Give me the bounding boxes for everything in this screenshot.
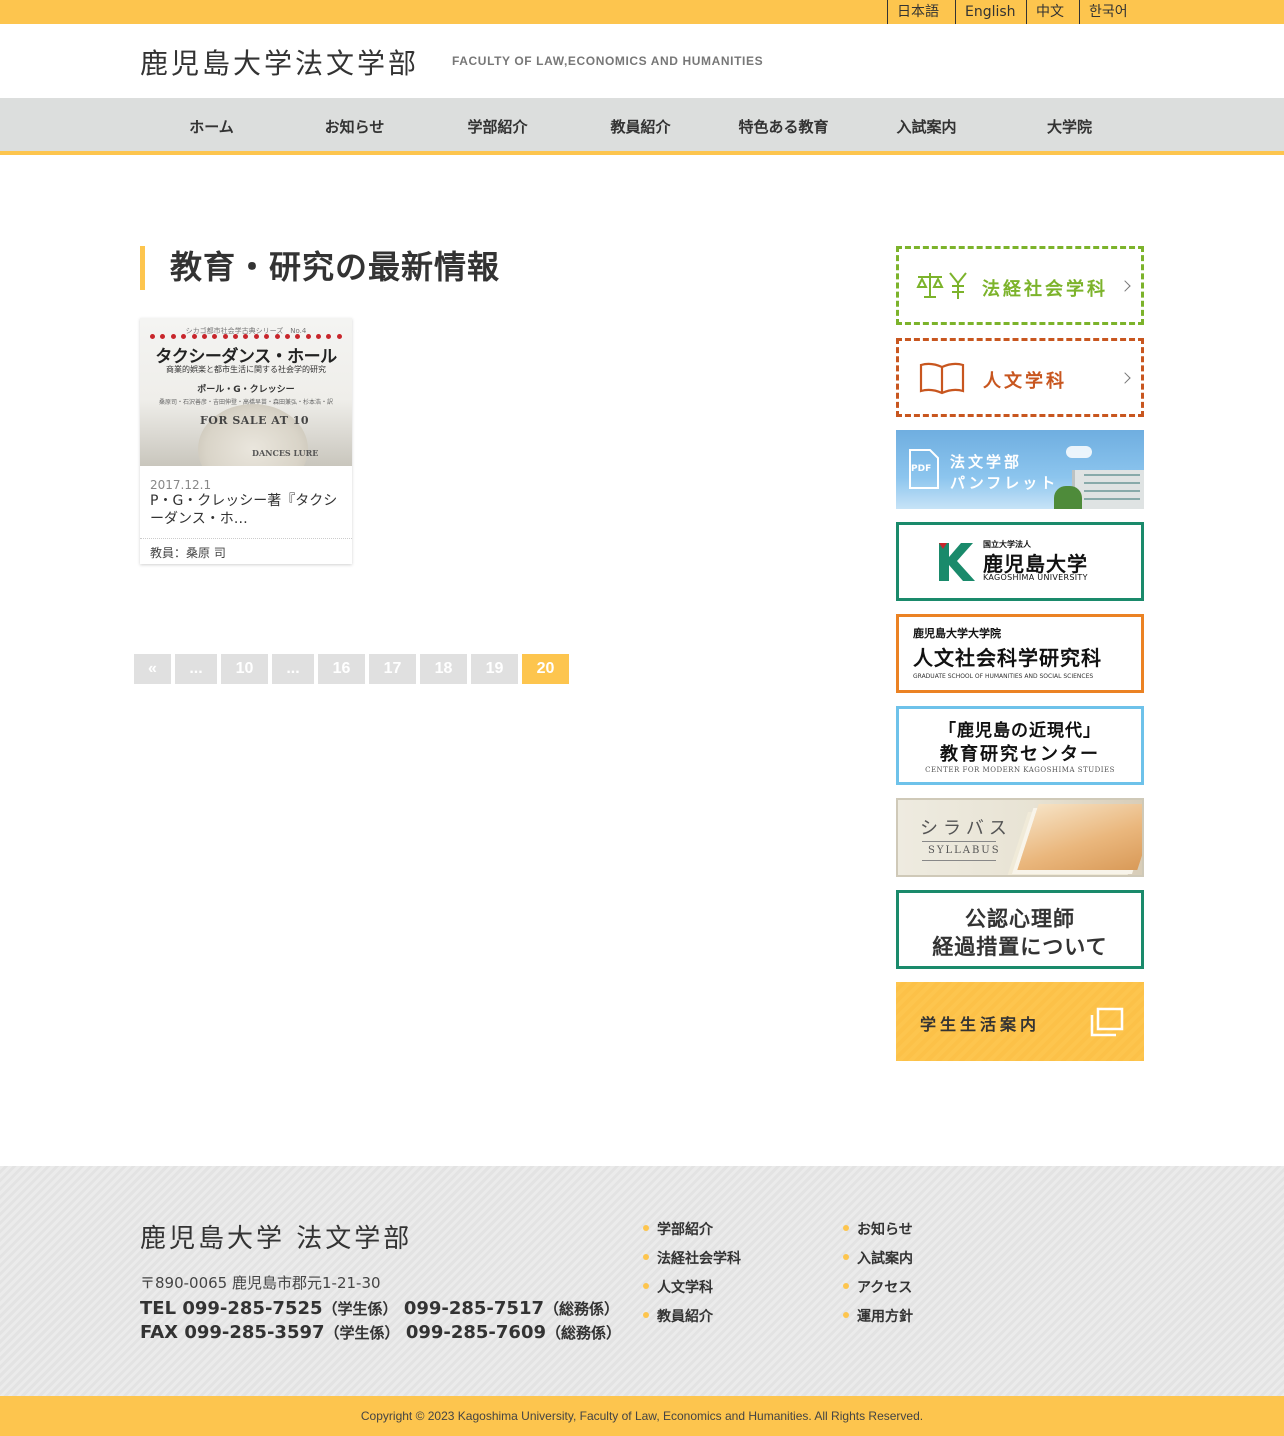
pdf-label: PDF [911, 464, 932, 474]
nav-special-education[interactable]: 特色ある教育 [712, 98, 855, 155]
banner-hokei-department[interactable]: 法経社会学科 [896, 246, 1144, 325]
lang-japanese-link[interactable]: 日本語 [887, 0, 939, 24]
banner-syllabus[interactable]: シラバス SYLLABUS [896, 798, 1144, 877]
univ-english: KAGOSHIMA UNIVERSITY [983, 573, 1088, 582]
grad-name: 人文社会科学研究科 [913, 646, 1102, 670]
lang-korean-link[interactable]: 한국어 [1079, 0, 1128, 24]
tel-label: TEL [140, 1298, 177, 1319]
footer-link-teachers[interactable]: 教員紹介 [643, 1306, 713, 1326]
article-date: 2017.12.1 [150, 478, 212, 492]
newspaper-subheadline: DANCES LURE [252, 448, 319, 458]
center-line1: 「鹿児島の近現代」 [939, 721, 1101, 741]
tel-student: 099-285-7525 [182, 1298, 323, 1319]
footer-link-hokei[interactable]: 法経社会学科 [643, 1248, 741, 1268]
page-link-16[interactable]: 16 [318, 654, 365, 684]
footer-link-faculty-intro[interactable]: 学部紹介 [643, 1219, 713, 1239]
cloud-graphic [1066, 446, 1092, 458]
page-prev-button[interactable]: « [134, 654, 171, 684]
copyright-text: Copyright © 2023 Kagoshima University, F… [360, 1409, 924, 1423]
nav-news[interactable]: お知らせ [283, 98, 426, 155]
chevron-right-icon [1119, 371, 1131, 384]
tel-general-note: （総務係） [544, 1300, 620, 1318]
banner-hokei-label: 法経社会学科 [982, 279, 1108, 300]
lang-english-link[interactable]: English [955, 0, 1016, 24]
nav-home[interactable]: ホーム [140, 98, 283, 155]
page-title-block: 教育・研究の最新情報 [140, 246, 500, 290]
chevron-right-icon [1119, 279, 1131, 292]
page-link-18[interactable]: 18 [420, 654, 467, 684]
banner-graduate-school[interactable]: 鹿児島大学大学院 人文社会科学研究科 GRADUATE SCHOOL OF HU… [896, 614, 1144, 693]
tel-general: 099-285-7517 [403, 1298, 544, 1319]
pamphlet-line2: パンフレット [950, 474, 1059, 492]
footer-address: 〒890-0065 鹿児島市郡元1-21-30 [140, 1274, 381, 1292]
book-dots [150, 334, 342, 340]
footer-link-policy[interactable]: 運用方針 [843, 1306, 913, 1326]
scales-yen-icon [916, 272, 967, 299]
banner-kagoshima-university[interactable]: 国立大学法人 鹿児島大学 KAGOSHIMA UNIVERSITY [896, 522, 1144, 601]
page-link-17[interactable]: 17 [369, 654, 416, 684]
site-logo-english: FACULTY OF LAW,ECONOMICS AND HUMANITIES [452, 54, 764, 68]
footer-fax: FAX 099-285-3597（学生係） 099-285-7609（総務係） [140, 1322, 621, 1343]
article-title-link[interactable]: P・G・クレッシー著『タクシーダンス・ホ… [150, 492, 344, 528]
syllabus-en: SYLLABUS [928, 845, 1001, 856]
kagoshima-university-logo-icon [939, 543, 975, 581]
language-bar: 日本語 English 中文 한국어 [0, 0, 1284, 24]
banner-modern-kagoshima-center[interactable]: 「鹿児島の近現代」 教育研究センター CENTER FOR MODERN KAG… [896, 706, 1144, 785]
banner-jinbun-department[interactable]: 人文学科 [896, 338, 1144, 417]
newspaper-headline: FOR SALE AT 10 [200, 414, 310, 427]
pamphlet-line1: 法文学部 [950, 453, 1023, 471]
fax-general: 099-285-7609 [405, 1322, 546, 1343]
footer-link-access[interactable]: アクセス [843, 1277, 912, 1297]
banner-certified-psychologist[interactable]: 公認心理師 経過措置について [896, 890, 1144, 969]
nav-graduate-school[interactable]: 大学院 [998, 98, 1141, 155]
page-ellipsis: ... [175, 654, 217, 684]
student-life-label: 学生生活案内 [920, 1015, 1041, 1034]
banner-student-life[interactable]: 学生生活案内 [896, 982, 1144, 1061]
page-current: 20 [522, 654, 569, 684]
banner-jinbun-label: 人文学科 [983, 371, 1067, 392]
open-book-icon [919, 362, 965, 395]
card-divider [140, 538, 352, 539]
psych-line1: 公認心理師 [965, 906, 1075, 931]
fax-general-note: （総務係） [546, 1324, 622, 1342]
nav-admissions[interactable]: 入試案内 [855, 98, 998, 155]
external-window-icon [1090, 1007, 1124, 1037]
copyright-bar: Copyright © 2023 Kagoshima University, F… [0, 1396, 1284, 1436]
book-author: ポール・G・クレッシー [197, 385, 295, 395]
nav-faculty-intro[interactable]: 学部紹介 [426, 98, 569, 155]
site-logo[interactable]: 鹿児島大学法文学部 [140, 42, 419, 82]
psych-line2: 経過措置について [932, 934, 1108, 959]
books-graphic [1017, 804, 1142, 870]
tree-graphic [1054, 486, 1082, 509]
grad-english: GRADUATE SCHOOL OF HUMANITIES AND SOCIAL… [913, 673, 1094, 680]
center-english: CENTER FOR MODERN KAGOSHIMA STUDIES [925, 766, 1115, 774]
footer-link-admissions[interactable]: 入試案内 [843, 1248, 913, 1268]
banner-pamphlet[interactable]: PDF 法文学部 パンフレット [896, 430, 1144, 509]
article-card[interactable]: シカゴ都市社会学古典シリーズ No.4 タクシーダンス・ホール 商業的娯楽と都市… [140, 318, 352, 564]
footer-link-news[interactable]: お知らせ [843, 1219, 913, 1239]
book-cover-image[interactable]: シカゴ都市社会学古典シリーズ No.4 タクシーダンス・ホール 商業的娯楽と都市… [140, 318, 352, 466]
lang-chinese-link[interactable]: 中文 [1026, 0, 1064, 24]
book-subtitle: 商業的娯楽と都市生活に関する社会学的研究 [166, 365, 326, 374]
page-link-19[interactable]: 19 [471, 654, 518, 684]
tel-student-note: （学生係） [322, 1300, 398, 1318]
page-ellipsis: ... [272, 654, 314, 684]
global-nav: ホーム お知らせ 学部紹介 教員紹介 特色ある教育 入試案内 大学院 [0, 98, 1284, 155]
page-link-10[interactable]: 10 [221, 654, 268, 684]
center-line2: 教育研究センター [940, 744, 1100, 765]
fax-student: 099-285-3597 [184, 1322, 325, 1343]
syllabus-jp: シラバス [920, 818, 1012, 839]
article-author: 教員：桑原 司 [150, 546, 226, 560]
footer-tel: TEL 099-285-7525（学生係） 099-285-7517（総務係） [140, 1298, 619, 1319]
footer-link-jinbun[interactable]: 人文学科 [643, 1277, 713, 1297]
nav-teachers[interactable]: 教員紹介 [569, 98, 712, 155]
grad-small-label: 鹿児島大学大学院 [913, 627, 1001, 640]
fax-label: FAX [140, 1322, 179, 1343]
page-title: 教育・研究の最新情報 [170, 248, 501, 286]
footer-logo: 鹿児島大学 法文学部 [140, 1224, 413, 1254]
fax-student-note: （学生係） [324, 1324, 400, 1342]
